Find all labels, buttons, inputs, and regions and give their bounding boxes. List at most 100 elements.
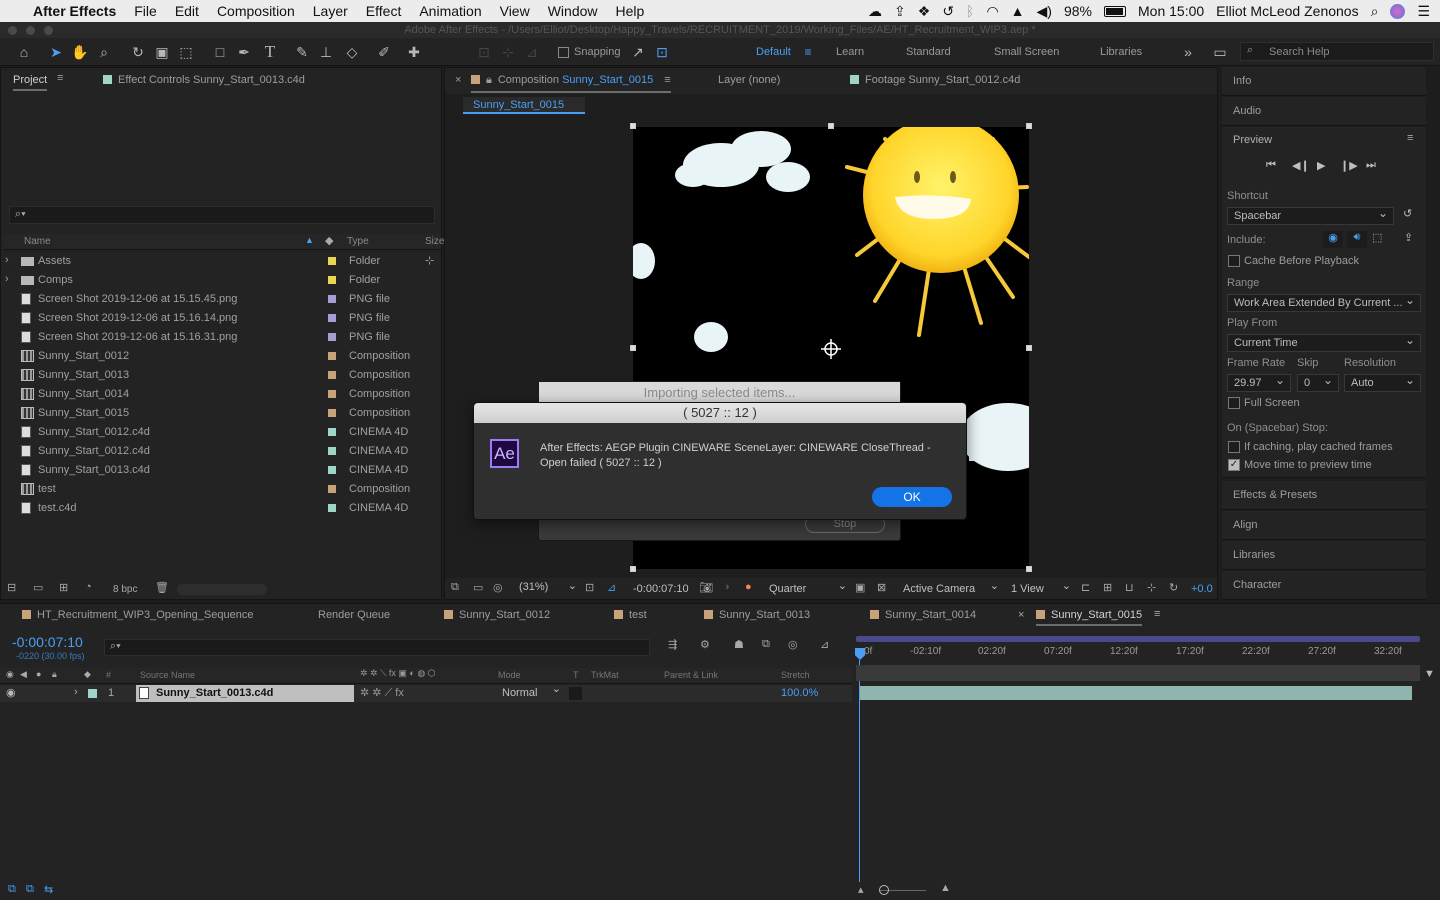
- notification-center-icon[interactable]: ☰: [1417, 3, 1430, 20]
- tab-layer[interactable]: Layer (none): [718, 74, 780, 86]
- upload-icon[interactable]: ⇪: [894, 3, 906, 20]
- project-scrollbar[interactable]: [177, 584, 267, 595]
- interpret-footage-icon[interactable]: ⊟: [7, 581, 16, 594]
- panel-menu-icon[interactable]: ≡: [57, 72, 63, 84]
- label-swatch[interactable]: [328, 409, 336, 417]
- lock-icon[interactable]: 🔒︎: [52, 669, 57, 680]
- tab-project[interactable]: Project: [13, 74, 48, 91]
- draft-3d-icon[interactable]: ⚙: [700, 638, 710, 651]
- label-swatch[interactable]: [328, 295, 336, 303]
- region-icon[interactable]: ▣: [855, 581, 865, 594]
- pen-tool-icon[interactable]: ✒: [234, 42, 254, 62]
- toggle-pixel-aspect-icon[interactable]: ⊏: [1081, 581, 1090, 594]
- menubar-clock[interactable]: Mon 15:00: [1138, 3, 1204, 19]
- roto-brush-tool-icon[interactable]: ✐: [374, 42, 394, 62]
- frame-rate-dropdown[interactable]: 29.97: [1227, 372, 1291, 392]
- camera-tool-icon[interactable]: ▣: [152, 42, 172, 62]
- dropbox-icon[interactable]: ❖: [918, 3, 931, 20]
- project-item-row[interactable]: › Comps Folder: [5, 271, 439, 290]
- viewer-timecode[interactable]: -0:00:07:10: [633, 583, 689, 595]
- close-tab-icon[interactable]: ×: [1018, 609, 1024, 621]
- magnification-dropdown[interactable]: (31%) ⌄: [513, 580, 579, 593]
- view-layout-dropdown[interactable]: 1 View ⌄: [1005, 580, 1073, 595]
- label-tag-icon[interactable]: ◆: [84, 669, 91, 680]
- effects-presets-tab[interactable]: Effects & Presets: [1222, 481, 1426, 510]
- creative-cloud-icon[interactable]: ☁: [868, 3, 882, 20]
- hand-tool-icon[interactable]: ✋: [70, 42, 90, 62]
- graph-editor-icon[interactable]: ⊿: [820, 638, 829, 651]
- eye-icon[interactable]: ◉: [6, 669, 14, 680]
- time-machine-icon[interactable]: ↺: [942, 3, 954, 20]
- project-item-row[interactable]: Sunny_Start_0012 Composition: [5, 347, 439, 366]
- info-panel-tab[interactable]: Info: [1222, 67, 1426, 96]
- menu-layer[interactable]: Layer: [304, 3, 357, 19]
- pan-behind-tool-icon[interactable]: ⬚: [176, 42, 196, 62]
- snap-icon[interactable]: ↗: [628, 42, 648, 62]
- timeline-search-input[interactable]: ⌕▾: [104, 639, 650, 656]
- fit-icon[interactable]: ⊡: [585, 581, 594, 594]
- last-frame-icon[interactable]: ⏭: [1366, 159, 1376, 172]
- skip-dropdown[interactable]: 0: [1297, 372, 1339, 392]
- volume-icon[interactable]: ◀): [1037, 3, 1052, 20]
- audio-panel-tab[interactable]: Audio: [1222, 97, 1426, 126]
- col-size[interactable]: Size: [425, 236, 444, 247]
- show-snapshot-icon[interactable]: ◑: [723, 581, 730, 593]
- timeline-timecode[interactable]: -0:00:07:10: [12, 634, 83, 650]
- next-frame-icon[interactable]: ❙▶: [1340, 159, 1358, 172]
- timeline-icon[interactable]: ⊔: [1125, 581, 1134, 594]
- if-caching-checkbox[interactable]: [1228, 441, 1240, 453]
- layer-row[interactable]: ◉ › 1 Sunny_Start_0013.c4d ✲ ✲ ⟋ fx Norm…: [0, 683, 852, 702]
- search-help-field[interactable]: ⌕ Search Help: [1240, 42, 1434, 61]
- workspace-learn[interactable]: Learn: [836, 46, 864, 58]
- minimize-window-button[interactable]: [26, 26, 35, 35]
- spotlight-icon[interactable]: ⌕: [1371, 3, 1379, 20]
- menu-help[interactable]: Help: [607, 3, 654, 19]
- workspace-small-screen[interactable]: Small Screen: [994, 46, 1059, 58]
- project-item-row[interactable]: Screen Shot 2019-12-06 at 15.15.45.png PN…: [5, 290, 439, 309]
- first-frame-icon[interactable]: ⏮: [1266, 159, 1276, 172]
- resolution-dropdown[interactable]: Auto: [1344, 372, 1421, 392]
- flowchart-icon[interactable]: ⊹: [425, 254, 434, 267]
- menu-composition[interactable]: Composition: [208, 3, 304, 19]
- transfer-controls-toggle-icon[interactable]: ⧉: [26, 883, 34, 896]
- project-search-input[interactable]: ⌕▾: [9, 206, 435, 224]
- shortcut-dropdown[interactable]: Spacebar: [1227, 205, 1394, 225]
- character-tab[interactable]: Character: [1222, 571, 1426, 600]
- eye-icon[interactable]: ◉: [6, 686, 16, 699]
- project-item-row[interactable]: Sunny_Start_0012.c4d CINEMA 4D: [5, 423, 439, 442]
- label-swatch[interactable]: [88, 689, 97, 698]
- new-composition-icon[interactable]: ⊞: [59, 581, 68, 594]
- menu-animation[interactable]: Animation: [410, 3, 490, 19]
- project-item-row[interactable]: Sunny_Start_0014 Composition: [5, 385, 439, 404]
- timeline-tab[interactable]: Sunny_Start_0012: [444, 609, 550, 621]
- tab-composition[interactable]: 🔒︎ Composition Sunny_Start_0015 ≡: [471, 74, 671, 93]
- label-swatch[interactable]: [328, 428, 336, 436]
- eraser-tool-icon[interactable]: ◇: [342, 42, 362, 62]
- trkmat-box[interactable]: [569, 687, 582, 700]
- solo-icon[interactable]: ●: [36, 669, 41, 679]
- always-preview-icon[interactable]: ⧉: [451, 581, 459, 594]
- timeline-tab[interactable]: test: [614, 609, 647, 621]
- trash-icon[interactable]: 🗑︎: [155, 581, 169, 594]
- transparency-grid-icon[interactable]: ⊠: [877, 581, 886, 594]
- menu-window[interactable]: Window: [539, 3, 607, 19]
- audio-icon[interactable]: ◀: [20, 669, 27, 680]
- sort-ascending-icon[interactable]: ▲: [305, 235, 314, 245]
- channel-icon[interactable]: ●: [745, 581, 752, 593]
- workspace-libraries[interactable]: Libraries: [1100, 46, 1142, 58]
- expand-arrow-icon[interactable]: ›: [5, 273, 9, 285]
- project-item-row[interactable]: Sunny_Start_0012.c4d CINEMA 4D: [5, 442, 439, 461]
- timeline-tab[interactable]: Sunny_Start_0014: [870, 609, 976, 621]
- layer-handle[interactable]: [630, 123, 636, 129]
- airplay-icon[interactable]: ▲: [1011, 3, 1025, 19]
- ok-button[interactable]: OK: [872, 487, 952, 507]
- close-window-button[interactable]: [8, 26, 17, 35]
- vr-icon[interactable]: ◎: [493, 581, 503, 594]
- work-area-bar[interactable]: [856, 636, 1420, 642]
- menu-effect[interactable]: Effect: [357, 3, 411, 19]
- layer-switches[interactable]: ✲ ✲ ⟋ fx: [360, 686, 404, 700]
- more-workspaces-icon[interactable]: »: [1178, 42, 1198, 62]
- panel-menu-icon[interactable]: ≡: [1154, 608, 1160, 620]
- snapshot-icon[interactable]: 📷︎: [699, 581, 713, 594]
- timeline-scroll-icon[interactable]: ▼: [1424, 668, 1435, 680]
